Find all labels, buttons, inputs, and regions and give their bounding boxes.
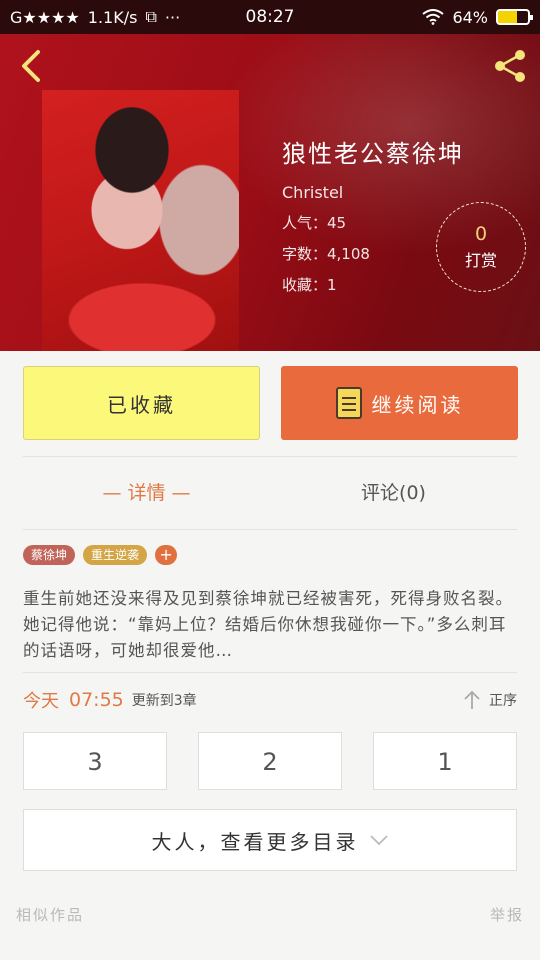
book-header: 狼性老公蔡徐坤 Christel 人气：45 字数：4,108 收藏：1 0 打… (0, 34, 540, 351)
status-bar: G★★★★ 1.1K/s ⧉ ··· 08:27 64% (0, 0, 540, 34)
update-time: 07:55 (69, 689, 124, 711)
book-description[interactable]: 重生前她还没来得及见到蔡徐坤就已经被害死，死得身败名裂。她记得他说：“靠妈上位？… (23, 586, 517, 664)
more-catalog-button[interactable]: 大人，查看更多目录 (23, 809, 517, 871)
sort-label: 正序 (489, 693, 517, 709)
collected-label: 已收藏 (107, 392, 176, 417)
wifi-icon (422, 9, 445, 25)
divider (23, 529, 517, 530)
chapter-button[interactable]: 3 (23, 732, 167, 790)
tab-comments[interactable]: 评论(0) (270, 470, 517, 516)
continue-reading-label: 继续阅读 (371, 392, 464, 417)
divider (23, 672, 517, 673)
chapter-button[interactable]: 2 (198, 732, 342, 790)
book-info: 狼性老公蔡徐坤 Christel 人气：45 字数：4,108 收藏：1 (282, 134, 464, 305)
favorites-count: 收藏：1 (282, 276, 337, 294)
chevron-left-icon (22, 50, 40, 82)
tag-item[interactable]: 蔡徐坤 (23, 545, 76, 565)
more-notifications-icon: ··· (164, 7, 181, 27)
book-author[interactable]: Christel (282, 183, 464, 202)
reward-count: 0 (474, 223, 488, 245)
tag-list: 蔡徐坤 重生逆袭 + (23, 545, 178, 565)
reward-label: 打赏 (464, 251, 497, 270)
similar-works-label: 相似作品 (16, 906, 85, 924)
chapter-button[interactable]: 1 (373, 732, 517, 790)
popularity: 人气：45 (282, 214, 347, 232)
add-tag-button[interactable]: + (155, 545, 178, 565)
network-speed: 1.1K/s (87, 7, 138, 27)
update-day: 今天 (23, 691, 59, 712)
update-text: 更新到3章 (131, 693, 197, 709)
battery-percent: 64% (452, 7, 488, 27)
book-cover-image[interactable] (42, 90, 239, 351)
sort-toggle[interactable]: 正序 (463, 690, 517, 710)
report-link[interactable]: 举报 (490, 904, 524, 925)
carrier-label: G★★★★ (10, 7, 80, 27)
book-title: 狼性老公蔡徐坤 (282, 140, 464, 168)
update-row: 今天 07:55 更新到3章 正序 (23, 685, 517, 715)
divider (23, 456, 517, 457)
screenshot-icon: ⧉ (145, 7, 157, 26)
battery-icon (496, 9, 533, 25)
reward-button[interactable]: 0 打赏 (436, 202, 526, 292)
continue-reading-button[interactable]: 继续阅读 (281, 366, 518, 440)
tag-item[interactable]: 重生逆袭 (83, 545, 148, 565)
book-icon (335, 387, 362, 419)
share-button[interactable] (490, 46, 530, 86)
more-catalog-label: 大人，查看更多目录 (151, 829, 359, 854)
arrow-up-icon (464, 690, 480, 709)
tab-detail[interactable]: — 详情 — (23, 470, 270, 516)
collected-button[interactable]: 已收藏 (23, 366, 260, 440)
chevron-down-icon (369, 835, 388, 846)
share-icon (495, 50, 525, 82)
back-button[interactable] (14, 46, 48, 86)
